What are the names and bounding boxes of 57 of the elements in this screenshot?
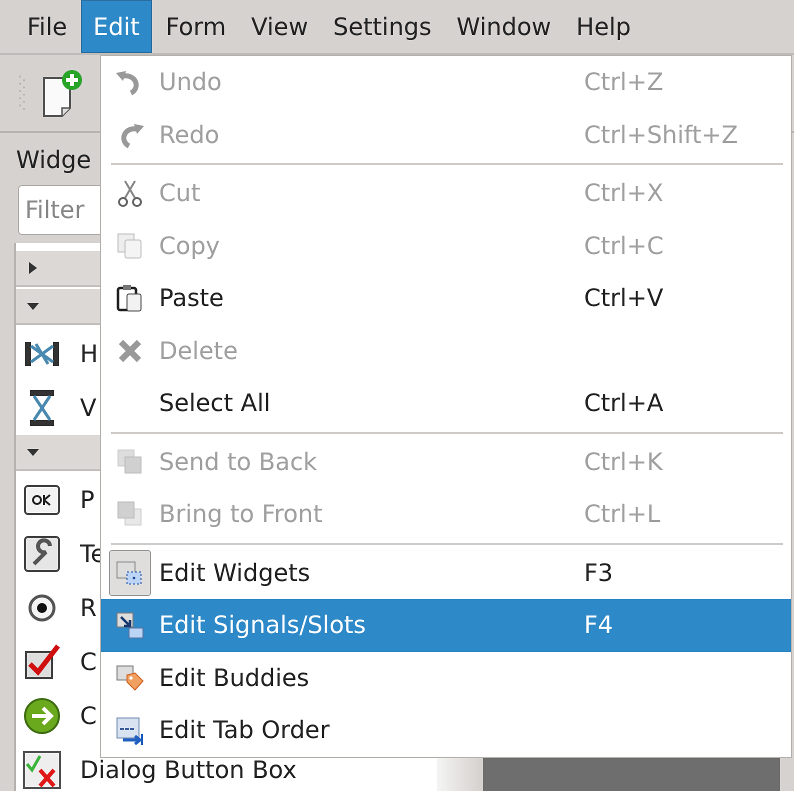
menu-item-label: Copy: [159, 232, 220, 260]
menu-item-label: Delete: [159, 336, 238, 365]
shortcut-label: Ctrl+C: [584, 232, 665, 260]
menu-item-label: Edit Buddies: [159, 664, 310, 692]
menu-item-label: Select All: [159, 389, 270, 418]
check-cross-icon: [22, 750, 62, 790]
tab-order-icon: [115, 715, 145, 746]
menu-item-label: Bring to Front: [159, 500, 322, 528]
shortcut-label: Ctrl+A: [584, 389, 664, 418]
widget-label[interactable]: P: [80, 488, 94, 512]
tag-icon: [115, 662, 145, 693]
menu-item-label: Edit Tab Order: [159, 716, 330, 744]
new-file-icon[interactable]: [40, 68, 84, 118]
menu-bar-item[interactable]: Edit: [81, 0, 152, 53]
shortcut-label: Ctrl+L: [584, 500, 662, 528]
menu-item-label: Cut: [159, 179, 200, 208]
shortcut-label: Ctrl+X: [584, 179, 664, 208]
menu-item[interactable]: Paste Ctrl+V: [101, 272, 791, 324]
category-header[interactable]: [16, 289, 100, 325]
menu-item-label: Edit Signals/Slots: [159, 611, 366, 640]
arrow-circle-icon: [22, 696, 62, 736]
menu-bar-item[interactable]: File: [16, 0, 78, 53]
menu-bar-item[interactable]: Form: [154, 0, 238, 53]
menu-item-label: Redo: [159, 120, 220, 149]
scissors-icon: [115, 178, 145, 208]
menu-item-label: Edit Widgets: [159, 558, 310, 587]
widget-label[interactable]: R: [80, 596, 97, 620]
category-header[interactable]: [16, 435, 100, 471]
widget-label[interactable]: V: [80, 396, 96, 420]
menu-item[interactable]: Edit Tab Order: [101, 704, 791, 756]
widget-label[interactable]: H: [80, 342, 98, 366]
menu-item-label: Undo: [159, 68, 222, 96]
checkmark-icon: [22, 642, 62, 682]
widget-label[interactable]: C: [80, 650, 97, 674]
menu-bar-item[interactable]: View: [240, 0, 320, 53]
shortcut-label: Ctrl+Z: [584, 68, 664, 96]
category-header[interactable]: [16, 251, 100, 287]
widget-label[interactable]: C: [80, 704, 97, 728]
arrow-widget-icon: [115, 610, 145, 640]
shortcut-label: F3: [584, 558, 614, 587]
menu-bar-item[interactable]: Help: [565, 0, 642, 53]
toolbar-grip-icon: [18, 73, 26, 113]
wrench-icon: [22, 534, 62, 574]
shortcut-label: Ctrl+K: [584, 448, 664, 476]
shortcut-label: Ctrl+V: [584, 284, 664, 312]
widget-label[interactable]: Dialog Button Box: [80, 758, 297, 782]
menu-bar-item[interactable]: Window: [446, 0, 562, 53]
menu-item[interactable]: Edit Signals/Slots F4: [101, 599, 791, 652]
menu-item-label: Send to Back: [159, 448, 318, 476]
shortcut-label: F4: [584, 611, 614, 640]
menu-item[interactable]: Edit Widgets F3: [101, 546, 791, 599]
menu-item[interactable]: Select All Ctrl+A: [101, 377, 791, 430]
menu-item-label: Paste: [159, 284, 224, 312]
shortcut-label: Ctrl+Shift+Z: [584, 120, 739, 149]
menu-item[interactable]: Edit Buddies: [101, 652, 791, 704]
menu-bar-item[interactable]: Settings: [322, 0, 443, 53]
panel-title: Widge: [16, 145, 92, 175]
